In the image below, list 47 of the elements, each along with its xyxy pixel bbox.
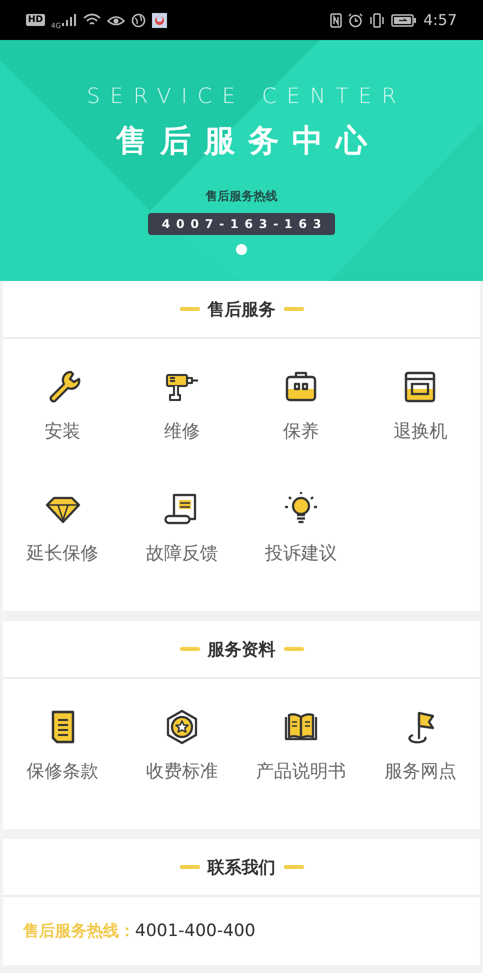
service-label: 收费标准 (146, 760, 218, 783)
battery-icon (391, 14, 418, 26)
service-item[interactable]: 安装 (3, 367, 122, 489)
service-item[interactable]: 产品说明书 (242, 707, 361, 829)
service-item[interactable]: 收费标准 (122, 707, 242, 829)
banner-title: 售后服务中心 (116, 122, 380, 161)
service-item[interactable]: 服务网点 (360, 707, 480, 829)
accent-bar (284, 647, 304, 651)
accent-bar (284, 865, 304, 869)
service-item[interactable]: 投诉建议 (242, 489, 361, 611)
accent-bar (180, 865, 200, 869)
app-icon (152, 12, 167, 28)
service-item[interactable]: 维修 (122, 367, 242, 489)
section-title: 服务资料 (208, 638, 276, 660)
service-label: 故障反馈 (146, 542, 218, 565)
vibrate-icon (369, 12, 386, 28)
nfc-icon (330, 12, 342, 28)
accent-bar (284, 307, 304, 311)
section-title: 售后服务 (208, 298, 276, 320)
service-item[interactable]: 故障反馈 (122, 489, 242, 611)
hotline-number[interactable]: 4001-400-400 (135, 921, 256, 941)
banner-subtitle: SERVICE CENTER (86, 84, 406, 108)
service-label: 保养 (283, 420, 320, 443)
wifi-icon (82, 13, 101, 27)
hd-indicator: HD (26, 14, 46, 26)
service-label: 延长保修 (26, 542, 99, 565)
service-item[interactable]: 延长保修 (3, 489, 122, 611)
service-label: 安装 (44, 420, 81, 443)
service-item[interactable]: 保养 (242, 367, 361, 489)
service-label: 产品说明书 (256, 760, 346, 783)
hotline-label: 售后服务热线 (206, 188, 278, 205)
service-label: 投诉建议 (265, 542, 338, 565)
hotline-label: 售后服务热线： (23, 920, 135, 942)
accent-bar (180, 307, 200, 311)
globe-icon (130, 12, 146, 28)
service-label: 维修 (164, 420, 200, 443)
service-label: 服务网点 (384, 760, 456, 783)
hotline-number: 4007-163-163 (148, 213, 336, 235)
clock-time: 4:57 (423, 11, 457, 29)
service-label: 保修条款 (26, 760, 99, 783)
service-item[interactable]: 退换机 (360, 367, 480, 489)
alarm-icon (348, 12, 364, 28)
service-item[interactable]: 保修条款 (3, 707, 122, 829)
accent-bar (180, 647, 200, 651)
service-label: 退换机 (393, 420, 448, 443)
signal-icon (60, 13, 77, 27)
section-title: 联系我们 (208, 856, 276, 878)
